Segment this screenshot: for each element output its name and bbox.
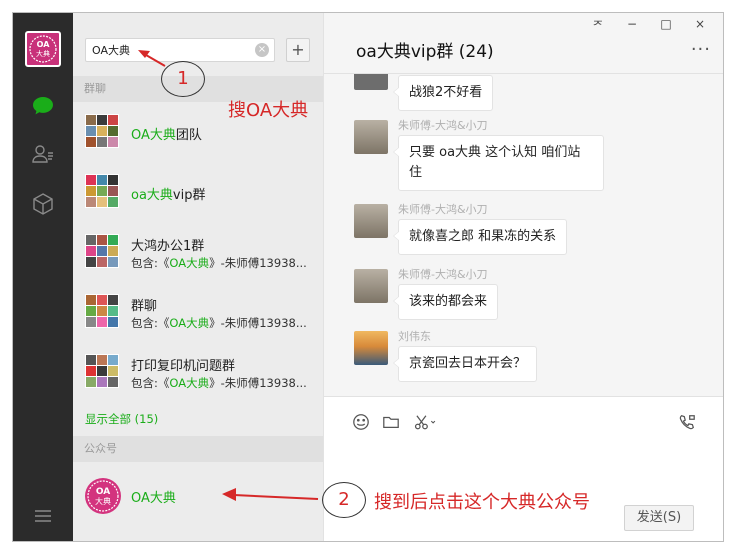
minimize-icon[interactable]: − (615, 17, 649, 34)
chat-panel: ᅎ − □ × oa大典vip群 (24) ··· 战狼2不好看 朱师傅-大鸿&… (323, 13, 723, 541)
group-item-qunliao[interactable]: 群聊 包含:《OA大典》-朱师傅13938... (73, 282, 323, 342)
group-match: 包含:《OA大典》-朱师傅13938... (131, 376, 307, 390)
search-input[interactable] (92, 42, 242, 58)
message-avatar (354, 331, 388, 365)
message-bubble: 战狼2不好看 (392, 75, 494, 111)
group-avatar (85, 174, 119, 208)
public-accounts-header: 公众号 (73, 436, 323, 462)
add-button[interactable]: + (286, 38, 310, 62)
group-avatar (85, 234, 119, 268)
chat-title: oa大典vip群 (24) (356, 42, 494, 62)
public-account-name[interactable]: OA大典 (131, 487, 176, 506)
public-account-avatar[interactable]: OA 大典 (85, 478, 121, 514)
svg-text:大典: 大典 (95, 496, 111, 506)
group-item-oa-vip[interactable]: oa大典vip群 (73, 162, 323, 222)
user-avatar[interactable]: OA 大典 (25, 31, 61, 67)
message-bubble: 该来的都会来 (392, 284, 499, 320)
message-bubble: 京瓷回去日本开会？ (392, 346, 538, 382)
svg-text:OA: OA (37, 40, 51, 49)
message-avatar (354, 269, 388, 303)
contacts-icon[interactable] (30, 141, 56, 167)
group-name: 打印复印机问题群 (131, 359, 236, 374)
annotation-step-2: 2 (322, 482, 366, 518)
close-icon[interactable]: × (683, 17, 717, 34)
window-controls: ᅎ − □ × (581, 17, 717, 34)
message-sender: 朱师傅-大鸿&小刀 (398, 119, 488, 132)
menu-icon[interactable] (30, 503, 56, 529)
annotation-step-2-text: 搜到后点击这个大典公众号 (374, 492, 590, 513)
search-box[interactable]: × (85, 38, 275, 62)
search-results-panel: × + 群聊 OA大典团队 oa大典vip群 (73, 13, 323, 541)
message-avatar (354, 204, 388, 238)
message-sender: 朱师傅-大鸿&小刀 (398, 268, 488, 281)
group-name: OA大典团队 (131, 128, 202, 143)
message-bubble: 只要 oa大典 这个认知 咱们站住 (393, 135, 604, 191)
group-avatar (85, 114, 119, 148)
message-avatar (354, 120, 388, 154)
scissors-icon[interactable] (410, 411, 440, 433)
group-name: 群聊 (131, 299, 158, 314)
emoji-icon[interactable] (350, 411, 372, 433)
clear-search-icon[interactable]: × (255, 43, 269, 57)
maximize-icon[interactable]: □ (649, 17, 683, 34)
show-all-link[interactable]: 显示全部 (15) (85, 411, 158, 427)
group-item-dahong[interactable]: 大鸿办公1群 包含:《OA大典》-朱师傅13938... (73, 222, 323, 282)
group-match: 包含:《OA大典》-朱师傅13938... (131, 316, 307, 330)
video-call-icon[interactable] (676, 411, 698, 433)
group-avatar (85, 354, 119, 388)
pin-icon[interactable]: ᅎ (581, 17, 615, 34)
sidebar-rail: OA 大典 (13, 13, 73, 541)
oa-logo-icon: OA 大典 (29, 35, 57, 63)
group-name: oa大典vip群 (131, 188, 206, 203)
group-match: 包含:《OA大典》-朱师傅13938... (131, 256, 307, 270)
svg-text:大典: 大典 (36, 49, 50, 58)
oa-logo-icon: OA 大典 (87, 480, 119, 512)
message-sender: 朱师傅-大鸿&小刀 (398, 203, 488, 216)
message-bubble: 就像喜之郎 和果冻的关系 (392, 219, 568, 255)
annotation-step-1-text: 搜OA大典 (228, 100, 309, 121)
send-button[interactable]: 发送(S) (624, 505, 694, 531)
folder-icon[interactable] (380, 411, 402, 433)
group-name: 大鸿办公1群 (131, 239, 205, 254)
message-avatar (354, 74, 388, 90)
more-icon[interactable]: ··· (691, 39, 711, 60)
wechat-window: OA 大典 × + 群聊 (12, 12, 724, 542)
annotation-step-1: 1 (161, 61, 205, 97)
message-composer[interactable]: 发送(S) (324, 397, 723, 541)
group-item-printer[interactable]: 打印复印机问题群 包含:《OA大典》-朱师傅13938... (73, 342, 323, 402)
chat-icon[interactable] (30, 93, 56, 119)
svg-text:OA: OA (96, 487, 110, 497)
message-list[interactable]: 战狼2不好看 朱师傅-大鸿&小刀 只要 oa大典 这个认知 咱们站住 朱师傅-大… (324, 74, 723, 396)
group-avatar (85, 294, 119, 328)
message-sender: 刘伟东 (398, 330, 431, 343)
favorites-icon[interactable] (30, 191, 56, 217)
